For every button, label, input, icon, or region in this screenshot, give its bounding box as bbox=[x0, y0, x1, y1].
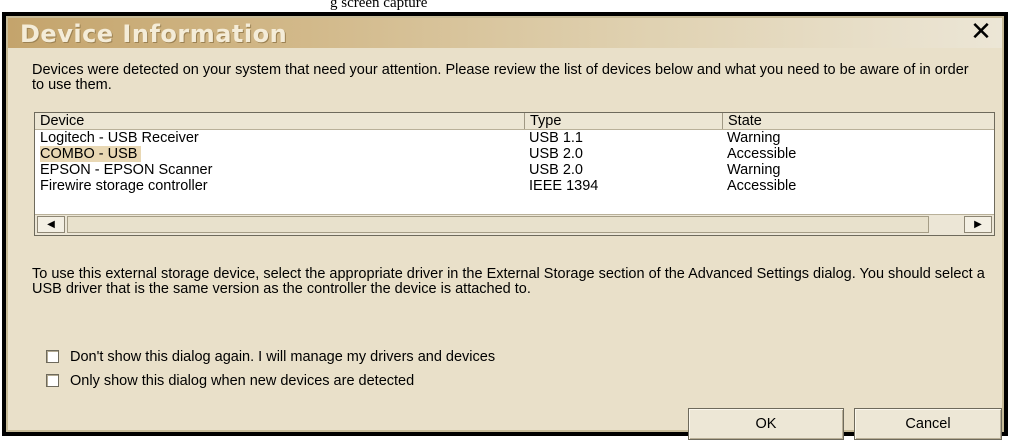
title-bar[interactable]: Device Information ✕ bbox=[8, 18, 1002, 48]
dialog-title: Device Information bbox=[20, 20, 288, 48]
device-type: USB 2.0 bbox=[529, 162, 583, 178]
device-type: IEEE 1394 bbox=[529, 178, 599, 194]
scroll-left-icon[interactable]: ◀ bbox=[37, 216, 65, 233]
cancel-button[interactable]: Cancel bbox=[854, 408, 1002, 440]
dialog-frame: Device Information ✕ Devices were detect… bbox=[6, 16, 1004, 440]
ok-button[interactable]: OK bbox=[688, 408, 844, 440]
scroll-right-icon[interactable]: ▶ bbox=[964, 216, 992, 233]
dont-show-again-checkbox[interactable] bbox=[46, 350, 59, 363]
device-name: COMBO - USB bbox=[40, 146, 142, 162]
device-type: USB 1.1 bbox=[529, 130, 583, 146]
device-type: USB 2.0 bbox=[529, 146, 583, 162]
device-name: Logitech - USB Receiver bbox=[40, 130, 199, 146]
only-new-devices-label: Only show this dialog when new devices a… bbox=[70, 373, 415, 389]
device-state: Warning bbox=[727, 162, 781, 178]
close-icon[interactable]: ✕ bbox=[966, 19, 996, 45]
device-state: Accessible bbox=[727, 146, 797, 162]
table-row[interactable]: Logitech - USB Receiver USB 1.1 Warning bbox=[35, 130, 994, 146]
intro-text: Devices were detected on your system tha… bbox=[32, 62, 969, 93]
table-row-selected[interactable]: COMBO - USB USB 2.0 Accessible bbox=[35, 146, 994, 162]
device-state: Warning bbox=[727, 130, 781, 146]
device-information-dialog: Device Information ✕ Devices were detect… bbox=[2, 12, 1008, 440]
page-caption-text: g screen capture bbox=[330, 0, 428, 11]
scroll-thumb[interactable] bbox=[67, 216, 929, 233]
table-row[interactable]: EPSON - EPSON Scanner USB 2.0 Warning bbox=[35, 162, 994, 178]
device-state: Accessible bbox=[727, 178, 797, 194]
column-header-state[interactable]: State bbox=[723, 113, 995, 129]
horizontal-scrollbar[interactable]: ◀ ▶ bbox=[35, 214, 994, 235]
device-name: Firewire storage controller bbox=[40, 178, 208, 194]
device-list[interactable]: Device Type State Logitech - USB Receive… bbox=[34, 112, 995, 236]
table-row[interactable]: Firewire storage controller IEEE 1394 Ac… bbox=[35, 178, 994, 194]
column-header-device[interactable]: Device bbox=[35, 113, 525, 129]
driver-instructions: To use this external storage device, sel… bbox=[32, 266, 985, 297]
only-new-devices-checkbox[interactable] bbox=[46, 374, 59, 387]
device-name: EPSON - EPSON Scanner bbox=[40, 162, 213, 178]
column-header-type[interactable]: Type bbox=[525, 113, 723, 129]
dont-show-again-label: Don't show this dialog again. I will man… bbox=[70, 349, 496, 365]
list-header: Device Type State bbox=[35, 113, 994, 130]
